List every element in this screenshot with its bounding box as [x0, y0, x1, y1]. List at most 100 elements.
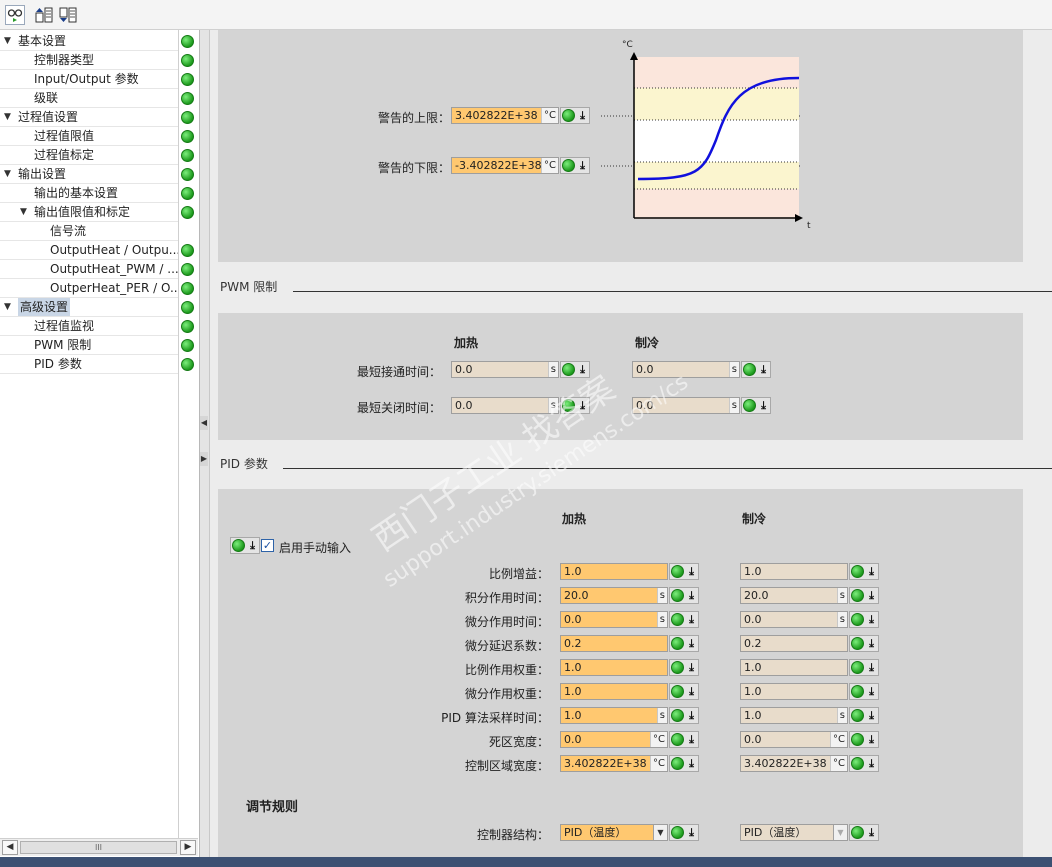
download-icon[interactable]: [865, 661, 878, 674]
expand-triangle-icon[interactable]: ▼: [4, 108, 14, 126]
pid-cool-field[interactable]: 1.0 s: [740, 707, 848, 724]
pid-heat-field[interactable]: 0.0 s: [560, 611, 668, 628]
control-rule-title: 调节规则: [246, 800, 299, 815]
nav-item-13[interactable]: OutperHeat_PER / O...: [0, 279, 178, 298]
unit-label: s: [728, 362, 739, 377]
pid-cool-field[interactable]: 0.0 °C: [740, 731, 848, 748]
nav-item-17[interactable]: PID 参数: [0, 355, 178, 374]
nav-item-7[interactable]: ▼ 输出设置: [0, 165, 178, 184]
unit-label: s: [728, 398, 739, 413]
status-ok-icon: [671, 733, 684, 746]
pid-heat-field[interactable]: 1.0: [560, 659, 668, 676]
download-icon[interactable]: [685, 637, 698, 650]
expand-triangle-icon[interactable]: ▼: [20, 203, 30, 221]
download-icon[interactable]: [576, 363, 589, 376]
status-ok-icon: [181, 339, 194, 352]
pid-heat-field[interactable]: 20.0 s: [560, 587, 668, 604]
pwm-cool-field[interactable]: 0.0 s: [632, 397, 740, 414]
status-ok-icon: [851, 637, 864, 650]
download-icon[interactable]: [685, 565, 698, 578]
pid-cool-field[interactable]: 20.0 s: [740, 587, 848, 604]
nav-item-16[interactable]: PWM 限制: [0, 336, 178, 355]
expand-triangle-icon[interactable]: ▼: [4, 165, 14, 183]
download-icon[interactable]: [685, 733, 698, 746]
monitor-glasses-icon[interactable]: [5, 5, 25, 25]
pid-cool-field[interactable]: 3.402822E+38 °C: [740, 755, 848, 772]
nav-item-3[interactable]: 级联: [0, 89, 178, 108]
pid-cool-field[interactable]: 0.0 s: [740, 611, 848, 628]
download-icon[interactable]: [685, 709, 698, 722]
nav-item-6[interactable]: 过程值标定: [0, 146, 178, 165]
pid-cool-field[interactable]: 1.0: [740, 683, 848, 700]
move-down-icon[interactable]: [58, 5, 78, 25]
pwm-heat-field[interactable]: 0.0 s: [451, 397, 559, 414]
nav-item-11[interactable]: OutputHeat / Outpu...: [0, 241, 178, 260]
expand-triangle-icon[interactable]: ▼: [4, 32, 14, 50]
status-ok-icon: [181, 149, 194, 162]
download-icon[interactable]: [865, 685, 878, 698]
status-ok-icon: [671, 685, 684, 698]
download-icon[interactable]: [865, 733, 878, 746]
scroll-left-button[interactable]: ◀: [2, 840, 18, 855]
download-icon[interactable]: [576, 399, 589, 412]
pid-heat-field[interactable]: 3.402822E+38 °C: [560, 755, 668, 772]
pid-heat-field[interactable]: 0.0 °C: [560, 731, 668, 748]
download-icon[interactable]: [865, 565, 878, 578]
nav-item-4[interactable]: ▼ 过程值设置: [0, 108, 178, 127]
pid-row-label: 比例作用权重：: [464, 663, 549, 677]
download-icon[interactable]: [865, 613, 878, 626]
nav-item-1[interactable]: 控制器类型: [0, 51, 178, 70]
field-value: 0.0: [744, 613, 762, 626]
pid-heat-field[interactable]: 0.2: [560, 635, 668, 652]
pid-heat-field[interactable]: 1.0 s: [560, 707, 668, 724]
unit-label: s: [547, 362, 558, 377]
download-icon[interactable]: [865, 826, 878, 839]
pid-heat-field[interactable]: 1.0: [560, 683, 668, 700]
field-value: 0.2: [564, 637, 582, 650]
nav-item-12[interactable]: OutputHeat_PWM / ...: [0, 260, 178, 279]
download-icon[interactable]: [685, 661, 698, 674]
nav-item-0[interactable]: ▼ 基本设置: [0, 32, 178, 51]
download-icon[interactable]: [685, 757, 698, 770]
nav-item-15[interactable]: 过程值监视: [0, 317, 178, 336]
nav-item-8[interactable]: 输出的基本设置: [0, 184, 178, 203]
pid-cool-field[interactable]: 1.0: [740, 563, 848, 580]
structure-heat-select[interactable]: PID（温度） ▼: [560, 824, 668, 841]
structure-cool-select[interactable]: PID（温度） ▼: [740, 824, 848, 841]
nav-item-label: OutputHeat / Outpu...: [50, 243, 178, 257]
scroll-thumb[interactable]: III: [20, 841, 177, 854]
pid-cool-field[interactable]: 1.0: [740, 659, 848, 676]
chevron-down-icon[interactable]: ▼: [833, 825, 847, 840]
pwm-heat-field[interactable]: 0.0 s: [451, 361, 559, 378]
nav-item-9[interactable]: ▼ 输出值限值和标定: [0, 203, 178, 222]
download-icon[interactable]: [865, 589, 878, 602]
pid-cool-field[interactable]: 0.2: [740, 635, 848, 652]
pwm-cool-field[interactable]: 0.0 s: [632, 361, 740, 378]
collapse-left-icon[interactable]: ◀: [200, 416, 208, 430]
pid-heat-field[interactable]: 1.0: [560, 563, 668, 580]
nav-item-5[interactable]: 过程值限值: [0, 127, 178, 146]
field-status: [669, 611, 699, 628]
download-icon[interactable]: [685, 826, 698, 839]
download-icon[interactable]: [246, 539, 259, 552]
horizontal-scrollbar[interactable]: ◀ III ▶: [0, 838, 198, 856]
nav-item-label: PWM 限制: [34, 338, 92, 352]
download-icon[interactable]: [865, 757, 878, 770]
download-icon[interactable]: [685, 589, 698, 602]
scroll-right-button[interactable]: ▶: [180, 840, 196, 855]
nav-item-10[interactable]: 信号流: [0, 222, 178, 241]
expand-right-icon[interactable]: ▶: [200, 452, 208, 466]
download-icon[interactable]: [865, 637, 878, 650]
chevron-down-icon[interactable]: ▼: [653, 825, 667, 840]
download-icon[interactable]: [685, 613, 698, 626]
download-icon[interactable]: [685, 685, 698, 698]
download-icon[interactable]: [757, 399, 770, 412]
download-icon[interactable]: [865, 709, 878, 722]
move-up-icon[interactable]: [34, 5, 54, 25]
panel-splitter[interactable]: ◀ ▶: [200, 30, 210, 857]
nav-item-14[interactable]: ▼ 高级设置: [0, 298, 178, 317]
nav-item-2[interactable]: Input/Output 参数: [0, 70, 178, 89]
expand-triangle-icon[interactable]: ▼: [4, 298, 14, 316]
manual-entry-checkbox[interactable]: ✓: [261, 539, 274, 552]
download-icon[interactable]: [757, 363, 770, 376]
